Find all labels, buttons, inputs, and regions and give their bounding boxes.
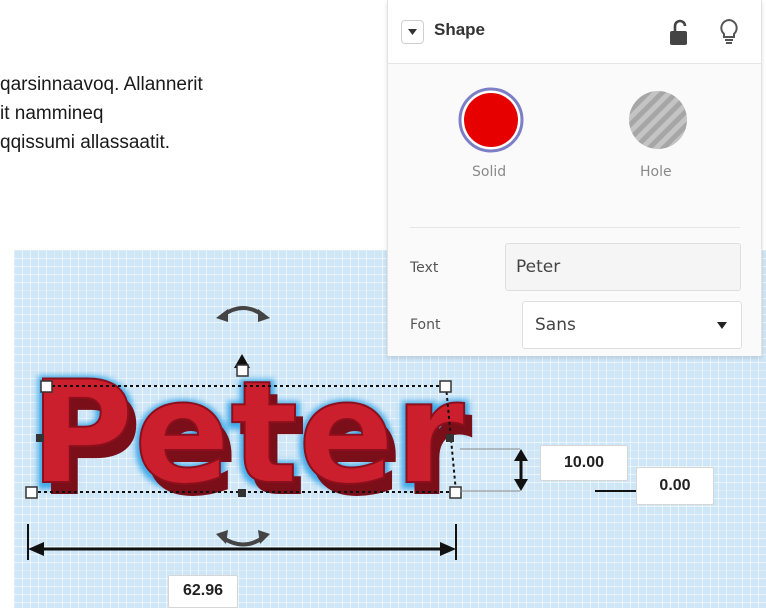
collapse-button[interactable] (401, 20, 424, 44)
unlock-icon[interactable] (668, 18, 690, 46)
panel-title: Shape (434, 20, 486, 39)
panel-body: Solid Hole Text Peter Font Sans (388, 64, 761, 356)
rotate-handle-bottom[interactable] (216, 530, 270, 547)
panel-header: Shape (388, 0, 761, 64)
width-dimension-arrow (27, 524, 457, 560)
text-field-label: Text (410, 260, 439, 276)
text-3d-object[interactable]: Peter Peter Peter (25, 348, 473, 528)
rotate-handle-top[interactable] (216, 306, 270, 322)
width-value-box[interactable]: 62.96 (168, 575, 238, 608)
hole-button[interactable] (627, 89, 689, 151)
shape-inspector-panel: Shape Solid Hole Text Peter Font Sans (387, 0, 762, 356)
elevation-value-box[interactable]: 0.00 (636, 467, 714, 505)
font-select[interactable]: Sans (522, 301, 742, 349)
font-field-label: Font (410, 317, 441, 333)
text-input[interactable]: Peter (505, 243, 741, 291)
height-value-box[interactable]: 10.00 (540, 445, 628, 481)
solid-color-button[interactable] (458, 87, 524, 153)
chevron-down-icon (717, 322, 727, 329)
hole-label: Hole (640, 164, 672, 180)
divider (410, 227, 740, 228)
font-select-value: Sans (535, 315, 576, 335)
caret-down-icon (408, 29, 417, 35)
lightbulb-icon[interactable] (718, 18, 740, 46)
solid-label: Solid (472, 164, 507, 180)
